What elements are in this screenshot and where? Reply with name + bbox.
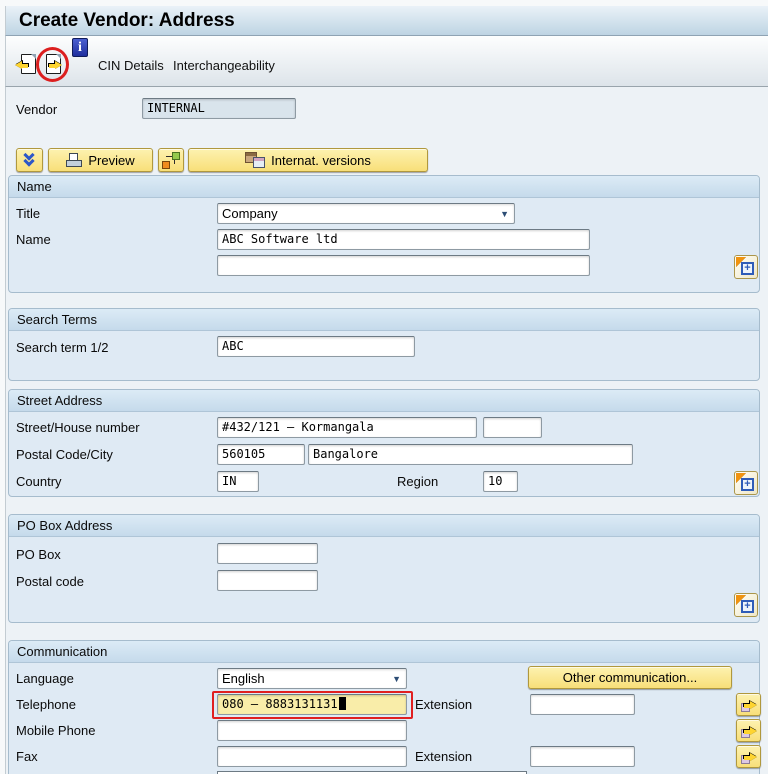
fax-more-button[interactable] [736, 745, 761, 768]
pobox-label: PO Box [16, 547, 61, 562]
telephone-more-button[interactable] [736, 693, 761, 716]
search-term-input[interactable]: ABC [217, 336, 415, 357]
application-toolbar: i CIN Details Interchangeability [5, 36, 768, 87]
postal-city-label: Postal Code/City [16, 447, 113, 462]
collapse-sections-button[interactable] [16, 148, 43, 172]
pobox-postal-label: Postal code [16, 574, 84, 589]
language-label: Language [16, 671, 74, 686]
dropdown-arrow-icon: ▼ [392, 674, 401, 684]
plus-box-icon: + [741, 262, 754, 275]
vendor-label: Vendor [16, 102, 58, 117]
telephone-input[interactable]: 080 – 8883131131 [217, 694, 407, 715]
street-address-group: Street Address [8, 389, 760, 497]
name-input[interactable]: ABC Software ltd [217, 229, 590, 250]
title-bar: Create Vendor: Address [5, 6, 768, 36]
telephone-extension-label: Extension [415, 697, 473, 712]
windows-icon [245, 152, 266, 168]
preview-button[interactable]: Preview [48, 148, 153, 172]
street-input[interactable]: #432/121 – Kormangala [217, 417, 477, 438]
hierarchy-icon [162, 151, 180, 169]
fax-extension-label: Extension [415, 749, 473, 764]
street-address-header: Street Address [9, 390, 759, 412]
more-fields-button-pobox[interactable]: + [734, 593, 758, 617]
city-input[interactable]: Bangalore [308, 444, 633, 465]
telephone-value: 080 – 8883131131 [222, 697, 338, 711]
interchangeability-button[interactable]: Interchangeability [173, 58, 275, 73]
pobox-input[interactable] [217, 543, 318, 564]
language-dropdown-value: English [222, 671, 265, 686]
mobile-input[interactable] [217, 720, 407, 741]
printer-icon [66, 153, 83, 167]
arrow-left-icon [15, 61, 28, 70]
arrow-right-icon [744, 727, 757, 736]
region-label: Region [397, 474, 439, 489]
mobile-more-button[interactable] [736, 719, 761, 742]
name-label: Name [16, 232, 51, 247]
page-title: Create Vendor: Address [19, 10, 235, 31]
search-term-label: Search term 1/2 [16, 340, 109, 355]
vendor-input[interactable]: INTERNAL [142, 98, 296, 119]
mobile-label: Mobile Phone [16, 723, 96, 738]
next-screen-button[interactable] [44, 53, 66, 77]
arrow-right-icon [744, 701, 757, 710]
country-input[interactable]: IN [217, 471, 259, 492]
cin-details-button[interactable]: CIN Details [98, 58, 164, 73]
name-line2-input[interactable] [217, 255, 590, 276]
street-supplement-input[interactable] [483, 417, 542, 438]
preview-button-label: Preview [88, 152, 135, 168]
plus-box-icon: + [741, 600, 754, 613]
name-group-header: Name [9, 176, 759, 198]
plus-box-icon: + [741, 478, 754, 491]
language-dropdown[interactable]: English ▼ [217, 668, 407, 689]
title-dropdown[interactable]: Company ▼ [217, 203, 515, 224]
communication-header: Communication [9, 641, 759, 663]
pobox-group: PO Box Address [8, 514, 760, 623]
telephone-extension-input[interactable] [530, 694, 635, 715]
dropdown-arrow-icon: ▼ [500, 209, 509, 219]
internat-versions-button[interactable]: Internat. versions [188, 148, 428, 172]
telephone-label: Telephone [16, 697, 76, 712]
region-input[interactable]: 10 [483, 471, 518, 492]
chevron-double-down-icon [22, 149, 37, 167]
fax-extension-input[interactable] [530, 746, 635, 767]
title-dropdown-value: Company [222, 206, 278, 221]
arrow-right-icon [49, 61, 62, 70]
street-label: Street/House number [16, 420, 140, 435]
info-icon[interactable]: i [72, 38, 88, 57]
arrow-right-icon [744, 753, 757, 762]
more-fields-button-name[interactable]: + [734, 255, 758, 279]
fax-label: Fax [16, 749, 38, 764]
text-cursor [338, 697, 346, 710]
other-communication-button[interactable]: Other communication... [528, 666, 732, 689]
more-fields-button-street[interactable]: + [734, 471, 758, 495]
pobox-header: PO Box Address [9, 515, 759, 537]
previous-screen-button[interactable] [15, 53, 41, 77]
pobox-postal-input[interactable] [217, 570, 318, 591]
sap-window: Create Vendor: Address i CIN Details Int… [0, 0, 768, 774]
title-label: Title [16, 206, 41, 221]
fax-input[interactable] [217, 746, 407, 767]
postal-code-input[interactable]: 560105 [217, 444, 305, 465]
hierarchy-button[interactable] [158, 148, 184, 172]
country-label: Country [16, 474, 62, 489]
search-terms-header: Search Terms [9, 309, 759, 331]
internat-versions-label: Internat. versions [271, 152, 371, 168]
